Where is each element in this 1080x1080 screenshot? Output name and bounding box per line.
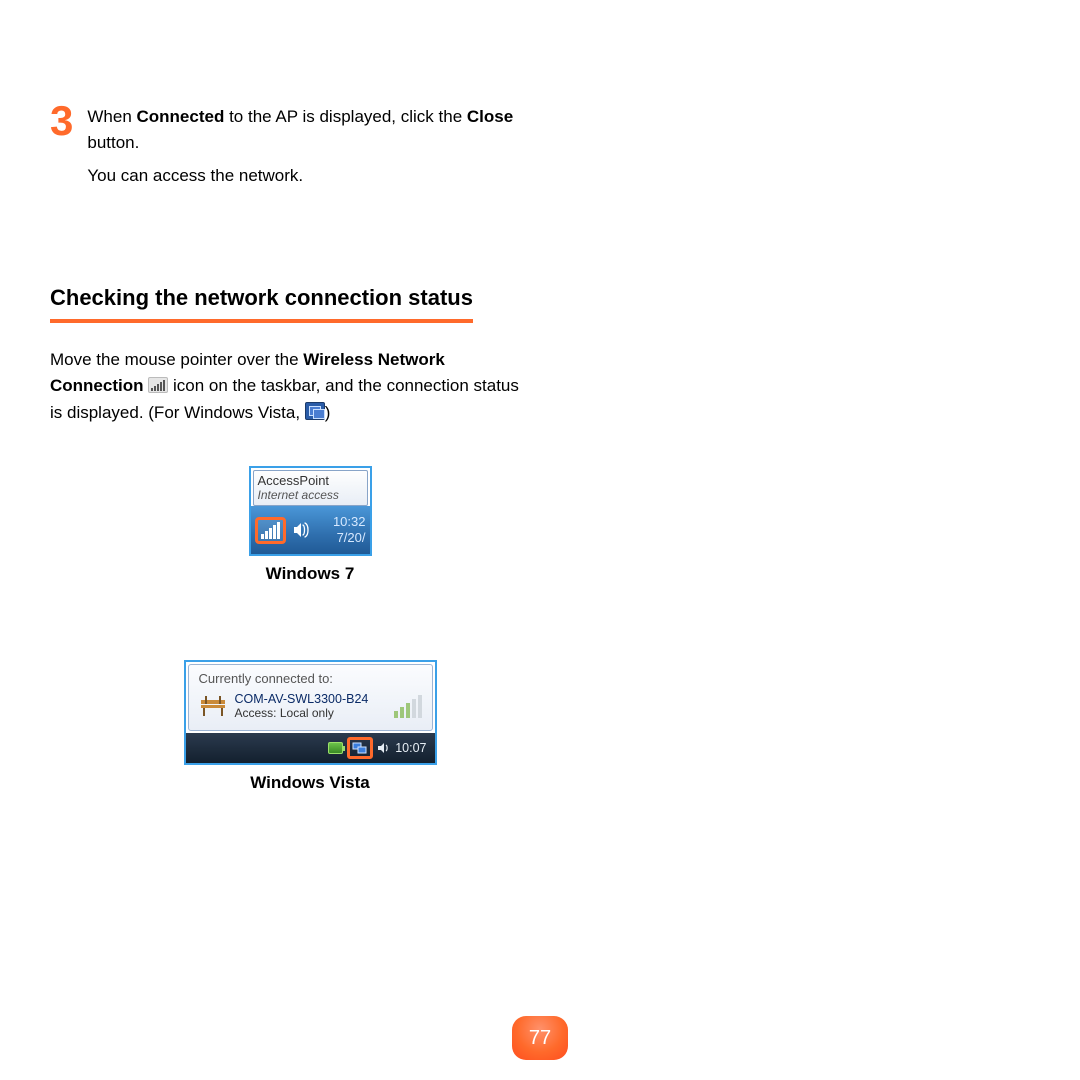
- win7-taskbar-tray: 10:32 7/20/: [251, 506, 370, 554]
- tray-clock[interactable]: 10:32 7/20/: [333, 514, 366, 545]
- page-number-badge: 77: [512, 1016, 568, 1060]
- tray-clock[interactable]: 10:07: [395, 741, 426, 755]
- step-text-fragment: to the AP is displayed, click the: [224, 107, 467, 126]
- win7-tray-screenshot: AccessPoint Internet access 10:32 7/20/: [249, 466, 372, 556]
- figure-caption: Windows 7: [266, 564, 355, 584]
- step-text-fragment: When: [87, 107, 136, 126]
- wireless-signal-icon: [148, 377, 168, 393]
- clock-time: 10:32: [333, 514, 366, 530]
- vista-taskbar-tray: 10:07: [186, 733, 435, 763]
- tooltip-network-status: Internet access: [258, 488, 363, 502]
- step-followup-text: You can access the network.: [87, 163, 520, 189]
- network-icon[interactable]: [347, 737, 373, 759]
- popup-header: Currently connected to:: [199, 671, 422, 686]
- step-text: When Connected to the AP is displayed, c…: [87, 100, 520, 195]
- vista-network-name: COM-AV-SWL3300-B24: [235, 692, 369, 706]
- figure-windows-vista: Currently connected to: COM-AV-SWL3300-B…: [50, 624, 570, 793]
- vista-access-label: Access: Local only: [235, 706, 369, 720]
- vista-tray-screenshot: Currently connected to: COM-AV-SWL3300-B…: [184, 660, 437, 765]
- step-number: 3: [50, 100, 73, 195]
- battery-icon[interactable]: [328, 742, 343, 754]
- step-text-bold: Connected: [137, 107, 225, 126]
- section-heading: Checking the network connection status: [50, 285, 473, 323]
- volume-icon[interactable]: [292, 521, 310, 539]
- clock-date: 7/20/: [333, 530, 366, 546]
- vista-network-row: COM-AV-SWL3300-B24 Access: Local only: [199, 692, 422, 720]
- paragraph-fragment: Move the mouse pointer over the: [50, 350, 303, 369]
- tooltip-network-name: AccessPoint: [258, 473, 363, 488]
- paragraph-fragment: ): [325, 403, 331, 422]
- wireless-signal-icon[interactable]: [255, 517, 286, 544]
- vista-network-popup: Currently connected to: COM-AV-SWL3300-B…: [188, 664, 433, 731]
- step-text-fragment: button.: [87, 133, 139, 152]
- vista-network-icon: [305, 402, 325, 420]
- section-paragraph: Move the mouse pointer over the Wireless…: [50, 347, 520, 426]
- volume-icon[interactable]: [377, 741, 391, 755]
- signal-strength-icon: [394, 695, 422, 718]
- win7-network-tooltip: AccessPoint Internet access: [253, 470, 368, 506]
- numbered-step: 3 When Connected to the AP is displayed,…: [50, 100, 520, 195]
- park-bench-icon: [199, 694, 227, 718]
- figure-caption: Windows Vista: [250, 773, 370, 793]
- figure-windows7: AccessPoint Internet access 10:32 7/20/: [50, 466, 570, 584]
- step-text-bold: Close: [467, 107, 513, 126]
